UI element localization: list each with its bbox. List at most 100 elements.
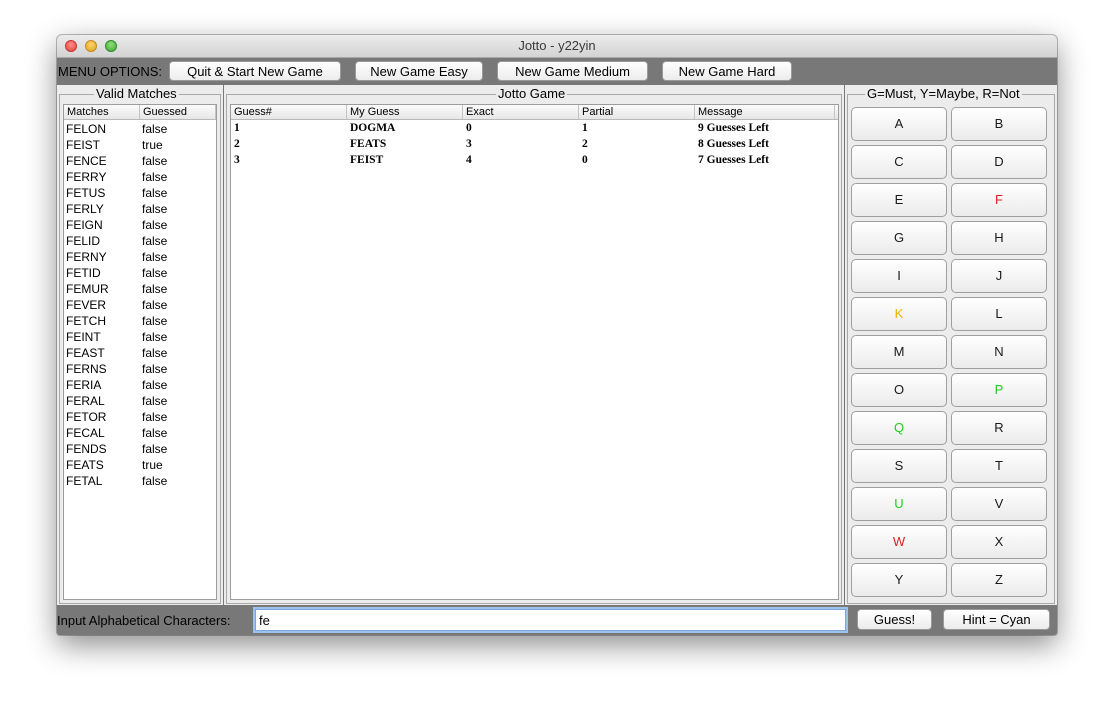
title-bar: Jotto - y22yin bbox=[57, 35, 1057, 58]
guessed-flag: false bbox=[142, 298, 168, 312]
guessed-flag: false bbox=[142, 442, 168, 456]
jotto-game-panel: Jotto Game Guess# My Guess Exact Partial… bbox=[224, 85, 844, 605]
letter-button-g[interactable]: G bbox=[851, 221, 947, 255]
table-row[interactable]: FETCH false bbox=[64, 313, 216, 329]
match-word: FERAL bbox=[66, 394, 105, 408]
table-row[interactable]: FENDS false bbox=[64, 441, 216, 457]
letter-button-c[interactable]: C bbox=[851, 145, 947, 179]
letter-button-i[interactable]: I bbox=[851, 259, 947, 293]
table-row[interactable]: FECAL false bbox=[64, 425, 216, 441]
guess-button[interactable]: Guess! bbox=[857, 609, 932, 630]
guessed-flag: true bbox=[142, 138, 163, 152]
new-game-medium-button[interactable]: New Game Medium bbox=[497, 61, 648, 81]
guess-message: 7 Guesses Left bbox=[698, 154, 769, 166]
letter-button-f[interactable]: F bbox=[951, 183, 1047, 217]
match-word: FEINT bbox=[66, 330, 101, 344]
match-word: FETAL bbox=[66, 474, 103, 488]
table-row[interactable]: FERAL false bbox=[64, 393, 216, 409]
valid-matches-table[interactable]: Matches Guessed FELON false FEIST true FENCE… bbox=[63, 104, 217, 600]
partial-count: 1 bbox=[582, 122, 588, 134]
table-row[interactable]: FEMUR false bbox=[64, 281, 216, 297]
app-window: Jotto - y22yin MENU OPTIONS: Quit & Star… bbox=[57, 35, 1057, 635]
guessed-flag: false bbox=[142, 202, 168, 216]
exact-count: 3 bbox=[466, 138, 472, 150]
match-word: FELID bbox=[66, 234, 101, 248]
table-row[interactable]: FEINT false bbox=[64, 329, 216, 345]
guess-message: 8 Guesses Left bbox=[698, 138, 769, 150]
table-row[interactable]: FETID false bbox=[64, 265, 216, 281]
column-header-matches[interactable]: Matches bbox=[64, 105, 140, 119]
letter-button-n[interactable]: N bbox=[951, 335, 1047, 369]
letter-button-z[interactable]: Z bbox=[951, 563, 1047, 597]
menu-bar: MENU OPTIONS: Quit & Start New Game New … bbox=[57, 58, 1057, 84]
guessed-flag: false bbox=[142, 314, 168, 328]
guess-history-table[interactable]: Guess# My Guess Exact Partial Message 1 D… bbox=[230, 104, 839, 600]
table-row[interactable]: FEVER false bbox=[64, 297, 216, 313]
window-title: Jotto - y22yin bbox=[518, 38, 596, 53]
column-header-my-guess[interactable]: My Guess bbox=[347, 105, 463, 119]
match-word: FEVER bbox=[66, 298, 107, 312]
table-row[interactable]: 3 FEIST 4 0 7 Guesses Left bbox=[231, 152, 835, 168]
letter-button-e[interactable]: E bbox=[851, 183, 947, 217]
letter-button-a[interactable]: A bbox=[851, 107, 947, 141]
table-row[interactable]: FEIST true bbox=[64, 137, 216, 153]
column-header-message[interactable]: Message bbox=[695, 105, 835, 119]
table-row[interactable]: FEAST false bbox=[64, 345, 216, 361]
table-row[interactable]: FELON false bbox=[64, 121, 216, 137]
table-row[interactable]: FEIGN false bbox=[64, 217, 216, 233]
letter-button-q[interactable]: Q bbox=[851, 411, 947, 445]
letter-button-h[interactable]: H bbox=[951, 221, 1047, 255]
table-row[interactable]: FERRY false bbox=[64, 169, 216, 185]
letter-button-r[interactable]: R bbox=[951, 411, 1047, 445]
table-row[interactable]: FERNS false bbox=[64, 361, 216, 377]
letter-button-l[interactable]: L bbox=[951, 297, 1047, 331]
guessed-flag: false bbox=[142, 234, 168, 248]
guess-message: 9 Guesses Left bbox=[698, 122, 769, 134]
column-header-exact[interactable]: Exact bbox=[463, 105, 579, 119]
match-word: FETOR bbox=[66, 410, 107, 424]
guessed-flag: false bbox=[142, 474, 168, 488]
letter-button-v[interactable]: V bbox=[951, 487, 1047, 521]
letter-button-o[interactable]: O bbox=[851, 373, 947, 407]
table-row[interactable]: 1 DOGMA 0 1 9 Guesses Left bbox=[231, 120, 835, 136]
match-word: FERRY bbox=[66, 170, 107, 184]
quit-start-new-game-button[interactable]: Quit & Start New Game bbox=[169, 61, 341, 81]
letter-button-j[interactable]: J bbox=[951, 259, 1047, 293]
column-header-guess-number[interactable]: Guess# bbox=[231, 105, 347, 119]
table-row[interactable]: FERNY false bbox=[64, 249, 216, 265]
new-game-easy-button[interactable]: New Game Easy bbox=[355, 61, 483, 81]
column-header-partial[interactable]: Partial bbox=[579, 105, 695, 119]
table-row[interactable]: FERIA false bbox=[64, 377, 216, 393]
letter-button-u[interactable]: U bbox=[851, 487, 947, 521]
letter-button-k[interactable]: K bbox=[851, 297, 947, 331]
letter-button-y[interactable]: Y bbox=[851, 563, 947, 597]
guessed-flag: false bbox=[142, 250, 168, 264]
guess-input[interactable] bbox=[255, 609, 846, 631]
table-row[interactable]: FETAL false bbox=[64, 473, 216, 489]
new-game-hard-button[interactable]: New Game Hard bbox=[662, 61, 792, 81]
guess-number: 1 bbox=[234, 122, 240, 134]
table-row[interactable]: FELID false bbox=[64, 233, 216, 249]
hint-button[interactable]: Hint = Cyan bbox=[943, 609, 1050, 630]
my-guess: FEATS bbox=[350, 138, 387, 150]
table-row[interactable]: FETUS false bbox=[64, 185, 216, 201]
table-row[interactable]: FEATS true bbox=[64, 457, 216, 473]
column-header-guessed[interactable]: Guessed bbox=[140, 105, 216, 119]
letter-button-w[interactable]: W bbox=[851, 525, 947, 559]
letter-button-x[interactable]: X bbox=[951, 525, 1047, 559]
match-word: FEMUR bbox=[66, 282, 109, 296]
exact-count: 0 bbox=[466, 122, 472, 134]
match-word: FERLY bbox=[66, 202, 104, 216]
letter-button-t[interactable]: T bbox=[951, 449, 1047, 483]
letter-button-b[interactable]: B bbox=[951, 107, 1047, 141]
table-row[interactable]: FERLY false bbox=[64, 201, 216, 217]
table-row[interactable]: 2 FEATS 3 2 8 Guesses Left bbox=[231, 136, 835, 152]
table-row[interactable]: FETOR false bbox=[64, 409, 216, 425]
letter-button-m[interactable]: M bbox=[851, 335, 947, 369]
table-row[interactable]: FENCE false bbox=[64, 153, 216, 169]
valid-matches-title: Valid Matches bbox=[94, 86, 179, 101]
letter-button-p[interactable]: P bbox=[951, 373, 1047, 407]
letter-button-d[interactable]: D bbox=[951, 145, 1047, 179]
guessed-flag: false bbox=[142, 282, 168, 296]
letter-button-s[interactable]: S bbox=[851, 449, 947, 483]
